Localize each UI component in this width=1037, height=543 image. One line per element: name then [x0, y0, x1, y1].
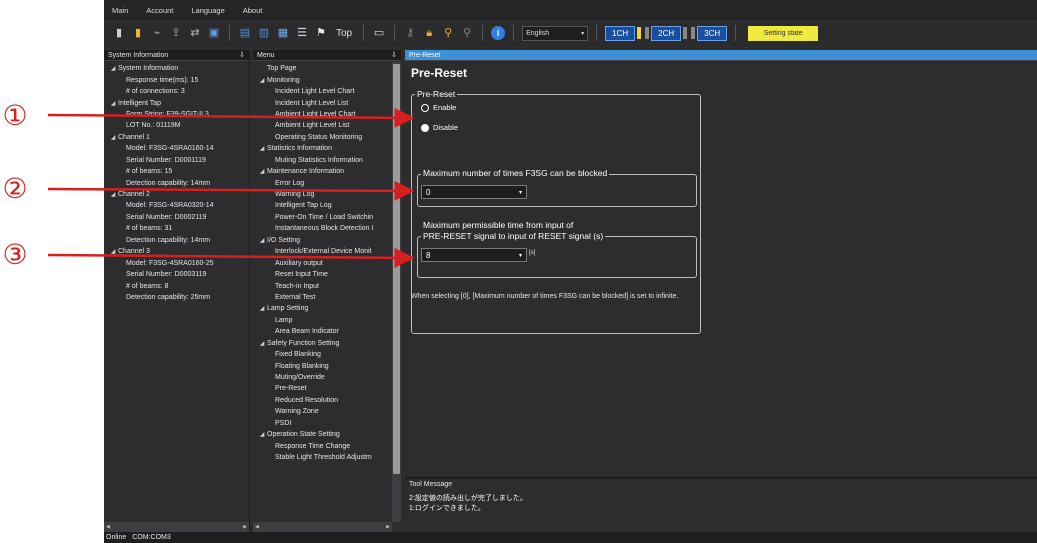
callout-3-arrow — [47, 247, 415, 268]
callout-1-arrow — [47, 107, 415, 128]
annotation-arrows — [47, 107, 415, 268]
callout-2-arrow — [47, 180, 415, 201]
